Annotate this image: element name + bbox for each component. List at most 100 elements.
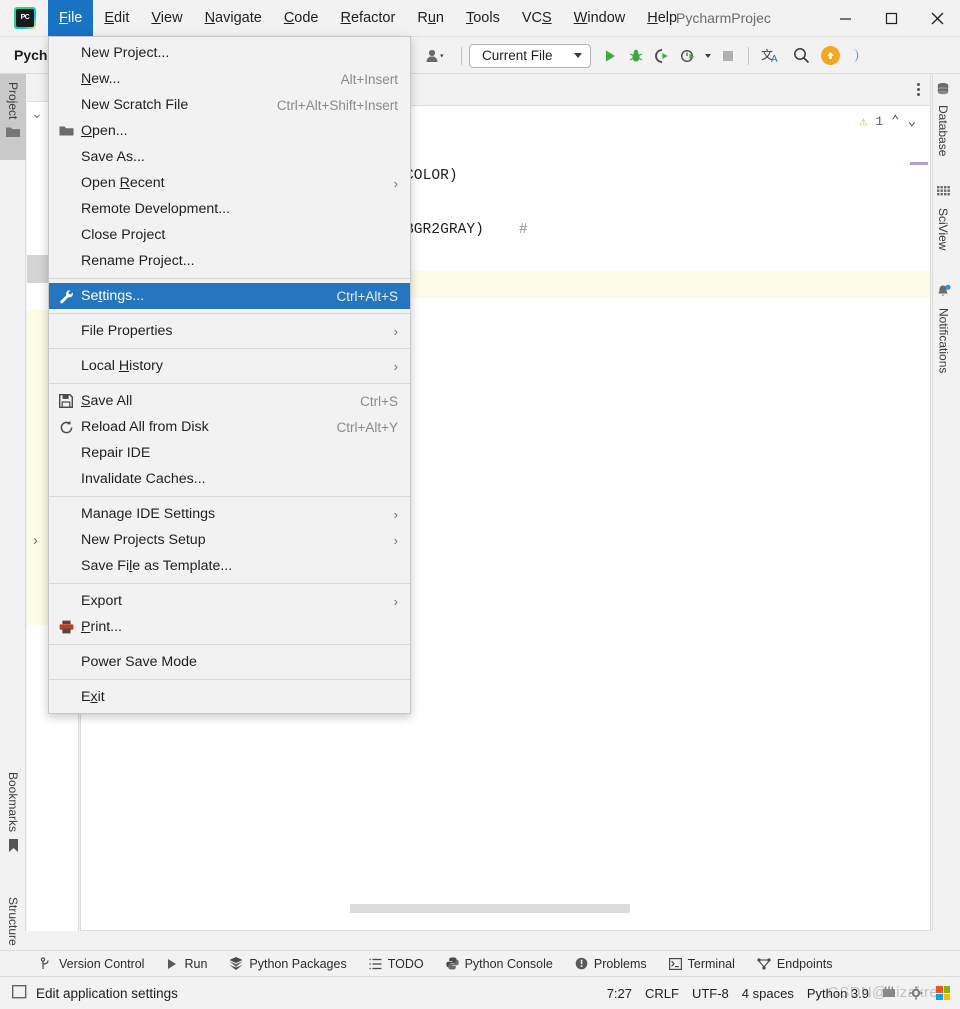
menu-vcs[interactable]: VCS xyxy=(511,0,563,37)
sidebar-item-bookmarks[interactable]: Bookmarks xyxy=(0,764,26,874)
menu-item-label: Export xyxy=(81,593,123,609)
menu-item-new-scratch-file[interactable]: New Scratch File Ctrl+Alt+Shift+Insert xyxy=(49,92,410,118)
bottom-tab-todo[interactable]: TODO xyxy=(369,957,424,971)
profiler-icon[interactable] xyxy=(675,43,701,69)
tree-chevron-down-icon[interactable]: ⌄ xyxy=(31,105,43,122)
maximize-button[interactable] xyxy=(868,0,914,37)
user-dropdown-icon[interactable] xyxy=(420,43,454,69)
memory-icon[interactable] xyxy=(882,986,896,1000)
menu-tools[interactable]: Tools xyxy=(455,0,511,37)
menu-item-label: Reload All from Disk xyxy=(81,419,209,435)
menu-item-label: Print... xyxy=(81,619,123,635)
python-interpreter[interactable]: Python 3.9 xyxy=(807,986,869,1001)
minimize-button[interactable] xyxy=(822,0,868,37)
menu-separator xyxy=(49,679,410,680)
title-bar: File Edit View Navigate Code Refactor Ru… xyxy=(0,0,960,37)
windows-logo-icon[interactable] xyxy=(936,986,950,1000)
chevron-down-icon xyxy=(574,53,582,58)
bottom-tab-label: TODO xyxy=(387,956,424,971)
menu-item-save-all[interactable]: Save All Ctrl+S xyxy=(49,388,410,414)
menu-item-label: Local History xyxy=(81,358,164,374)
bottom-tab-label: Endpoints xyxy=(776,956,833,971)
debug-icon[interactable] xyxy=(623,43,649,69)
menu-refactor[interactable]: Refactor xyxy=(330,0,407,37)
editor-horizontal-scrollbar[interactable] xyxy=(350,904,630,913)
menu-item-file-properties[interactable]: File Properties › xyxy=(49,318,410,344)
menu-item-exit[interactable]: Exit xyxy=(49,684,410,710)
menu-item-remote-development[interactable]: Remote Development... xyxy=(49,196,410,222)
menu-item-save-as[interactable]: Save As... xyxy=(49,144,410,170)
caret-position[interactable]: 7:27 xyxy=(607,986,632,1001)
menu-item-local-history[interactable]: Local History › xyxy=(49,353,410,379)
close-button[interactable] xyxy=(914,0,960,37)
sidebar-item-notifications[interactable]: Notifications xyxy=(936,284,951,404)
menu-navigate[interactable]: Navigate xyxy=(194,0,273,37)
run-with-coverage-icon[interactable] xyxy=(649,43,675,69)
sidebar-item-sciview[interactable]: SciView xyxy=(936,186,950,268)
sidebar-item-database[interactable]: Database xyxy=(936,82,950,178)
menu-item-invalidate-caches[interactable]: Invalidate Caches... xyxy=(49,466,410,492)
translate-icon[interactable]: 文 A xyxy=(756,43,786,69)
menu-item-shortcut: Ctrl+Alt+Y xyxy=(336,419,398,435)
file-encoding[interactable]: UTF-8 xyxy=(692,986,729,1001)
menu-edit[interactable]: Edit xyxy=(93,0,140,37)
profiler-dropdown-icon[interactable] xyxy=(701,43,715,69)
menu-item-repair-ide[interactable]: Repair IDE xyxy=(49,440,410,466)
menu-item-new-project[interactable]: New Project... xyxy=(49,40,410,66)
menu-item-save-file-as-template[interactable]: Save File as Template... xyxy=(49,553,410,579)
menu-file[interactable]: File xyxy=(48,0,94,37)
stop-icon[interactable] xyxy=(715,43,741,69)
chevron-up-icon[interactable]: ⌃ xyxy=(891,113,899,130)
menu-item-settings[interactable]: Settings... Ctrl+Alt+S xyxy=(49,283,410,309)
menu-item-label: Settings... xyxy=(81,288,145,304)
menu-item-open[interactable]: Open... xyxy=(49,118,410,144)
menu-run[interactable]: Run xyxy=(406,0,455,37)
sidebar-item-project[interactable]: Project xyxy=(0,74,26,160)
menu-item-close-project[interactable]: Close Project xyxy=(49,222,410,248)
toolbar-divider xyxy=(461,46,462,65)
folder-icon xyxy=(58,123,74,139)
bottom-tab-run[interactable]: Run xyxy=(166,957,207,971)
menu-separator xyxy=(49,348,410,349)
wrench-icon xyxy=(58,288,74,304)
status-message: Edit application settings xyxy=(36,985,178,1001)
menu-window[interactable]: Window xyxy=(563,0,637,37)
menu-item-manage-ide-settings[interactable]: Manage IDE Settings › xyxy=(49,501,410,527)
menu-item-new[interactable]: New... Alt+Insert xyxy=(49,66,410,92)
chevron-down-icon[interactable]: ⌄ xyxy=(908,113,916,130)
menu-code[interactable]: Code xyxy=(273,0,330,37)
tree-chevron-right-icon[interactable]: › xyxy=(33,532,38,549)
settings-gear-icon[interactable] xyxy=(909,986,923,1000)
menu-view[interactable]: View xyxy=(140,0,193,37)
menu-item-power-save-mode[interactable]: Power Save Mode xyxy=(49,649,410,675)
menu-item-open-recent[interactable]: Open Recent › xyxy=(49,170,410,196)
menu-item-print[interactable]: Print... xyxy=(49,614,410,640)
indent-setting[interactable]: 4 spaces xyxy=(742,986,794,1001)
bottom-tab-python-console[interactable]: Python Console xyxy=(445,957,553,971)
printer-icon xyxy=(58,619,74,635)
problems-icon xyxy=(575,957,588,970)
bottom-tab-endpoints[interactable]: Endpoints xyxy=(757,957,833,971)
bottom-tab-terminal[interactable]: Terminal xyxy=(668,957,735,971)
run-icon[interactable] xyxy=(597,43,623,69)
database-icon xyxy=(936,82,950,99)
right-tool-strip: Database SciView Notifications xyxy=(932,74,960,931)
menu-item-reload-all-from-disk[interactable]: Reload All from Disk Ctrl+Alt+Y xyxy=(49,414,410,440)
menu-bar: File Edit View Navigate Code Refactor Ru… xyxy=(48,0,688,37)
bottom-tab-python-packages[interactable]: Python Packages xyxy=(229,957,347,971)
ai-assistant-icon[interactable] xyxy=(844,43,872,69)
update-badge-icon[interactable] xyxy=(816,43,844,69)
status-message-group: Edit application settings xyxy=(12,984,178,1002)
menu-item-label: File Properties xyxy=(81,323,173,339)
bottom-tab-problems[interactable]: Problems xyxy=(575,957,647,971)
bookmarks-label: Bookmarks xyxy=(6,772,20,833)
search-icon[interactable] xyxy=(786,43,816,69)
menu-item-new-projects-setup[interactable]: New Projects Setup › xyxy=(49,527,410,553)
menu-item-export[interactable]: Export › xyxy=(49,588,410,614)
menu-item-rename-project[interactable]: Rename Project... xyxy=(49,248,410,274)
editor-options-icon[interactable] xyxy=(917,83,920,96)
bottom-tab-version-control[interactable]: Version Control xyxy=(40,957,144,971)
run-configuration-selector[interactable]: Current File xyxy=(469,43,591,68)
line-separator[interactable]: CRLF xyxy=(645,986,679,1001)
menu-separator xyxy=(49,278,410,279)
